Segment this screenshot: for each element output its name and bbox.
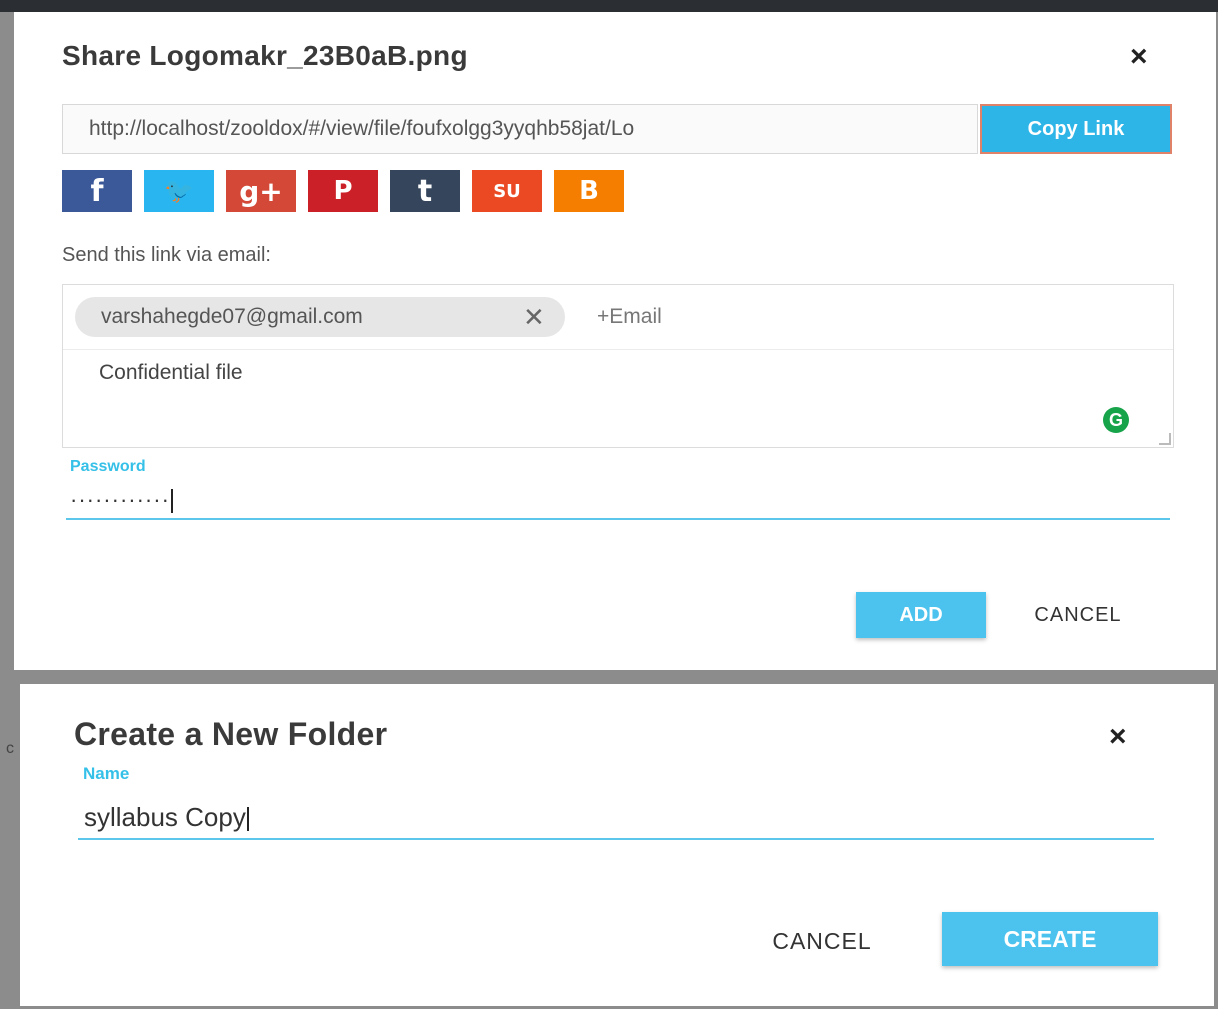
create-folder-dialog: Create a New Folder × Name syllabus Copy… bbox=[20, 684, 1214, 1006]
grammarly-icon[interactable]: G bbox=[1103, 407, 1129, 433]
twitter-icon[interactable]: 🐦 bbox=[144, 170, 214, 212]
tumblr-icon[interactable]: t bbox=[390, 170, 460, 212]
password-field[interactable]: ············ bbox=[66, 482, 1170, 520]
share-link-input[interactable]: http://localhost/zooldox/#/view/file/fou… bbox=[62, 104, 978, 154]
pinterest-icon[interactable]: P bbox=[308, 170, 378, 212]
email-chip: varshahegde07@gmail.com ✕ bbox=[75, 297, 565, 337]
email-compose-box: varshahegde07@gmail.com ✕ +Email Confide… bbox=[62, 284, 1174, 448]
copy-link-button[interactable]: Copy Link bbox=[980, 104, 1172, 154]
password-value: ············ bbox=[70, 487, 170, 512]
top-dark-strip bbox=[0, 0, 1218, 12]
blogger-icon[interactable]: B bbox=[554, 170, 624, 212]
folder-name-input[interactable]: syllabus Copy bbox=[78, 796, 1154, 840]
facebook-icon[interactable]: f bbox=[62, 170, 132, 212]
password-label: Password bbox=[70, 458, 146, 475]
email-section-label: Send this link via email: bbox=[62, 244, 271, 266]
folder-name-value: syllabus Copy bbox=[84, 802, 246, 832]
share-dialog-title: Share Logomakr_23B0aB.png bbox=[62, 40, 468, 71]
folder-name-label: Name bbox=[83, 764, 130, 783]
google-plus-icon[interactable]: g+ bbox=[226, 170, 296, 212]
folder-dialog-title: Create a New Folder bbox=[74, 716, 388, 752]
email-message-textarea[interactable]: Confidential file bbox=[99, 361, 243, 385]
add-email-input[interactable]: +Email bbox=[597, 305, 662, 329]
share-close-icon[interactable]: × bbox=[1130, 42, 1148, 72]
background-text-fragment: c bbox=[6, 740, 14, 757]
folder-close-icon[interactable]: × bbox=[1109, 722, 1127, 752]
stumbleupon-icon[interactable]: SU bbox=[472, 170, 542, 212]
create-button[interactable]: CREATE bbox=[942, 912, 1158, 966]
email-chip-text: varshahegde07@gmail.com bbox=[101, 305, 363, 328]
text-caret bbox=[246, 807, 249, 832]
share-link-row: http://localhost/zooldox/#/view/file/fou… bbox=[62, 104, 1174, 156]
add-button[interactable]: ADD bbox=[856, 592, 986, 638]
chip-remove-icon[interactable]: ✕ bbox=[523, 297, 545, 337]
folder-cancel-button[interactable]: CANCEL bbox=[742, 916, 902, 966]
resize-handle-icon[interactable] bbox=[1159, 433, 1171, 445]
share-cancel-button[interactable]: CANCEL bbox=[1008, 592, 1148, 638]
email-recipients-row: varshahegde07@gmail.com ✕ +Email bbox=[63, 285, 1173, 350]
text-caret bbox=[170, 489, 173, 514]
share-dialog: Share Logomakr_23B0aB.png × http://local… bbox=[14, 12, 1216, 670]
